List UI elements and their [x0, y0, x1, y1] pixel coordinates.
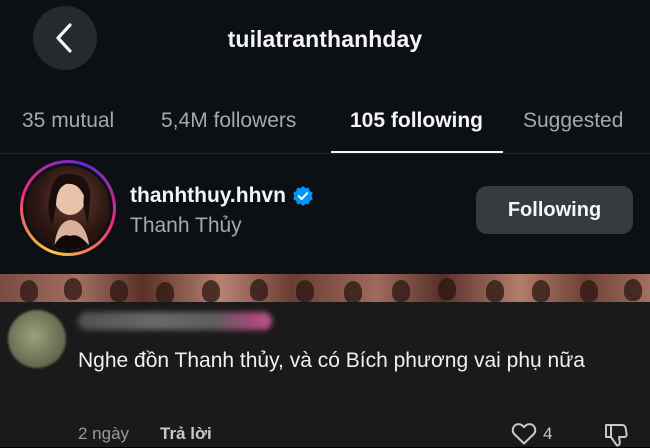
tab-bar: 35 mutual 5,4M followers 105 following S…: [0, 96, 650, 154]
avatar-image: [48, 173, 92, 250]
following-button[interactable]: Following: [476, 186, 633, 234]
comment-text: Nghe đồn Thanh thủy, và có Bích phương v…: [78, 349, 585, 372]
commenter-name-redacted: [78, 312, 272, 330]
full-name: Thanh Thủy: [130, 214, 242, 237]
tab-followers[interactable]: 5,4M followers: [161, 109, 296, 133]
following-panel: tuilatranthanhday 35 mutual 5,4M followe…: [0, 0, 650, 274]
avatar[interactable]: [26, 166, 110, 250]
verified-badge-icon: [293, 186, 313, 206]
reply-button[interactable]: Trả lời: [160, 424, 212, 444]
tab-following[interactable]: 105 following: [350, 109, 483, 133]
heart-icon[interactable]: [511, 422, 537, 446]
story-ring: [20, 160, 116, 256]
comment-item: Nghe đồn Thanh thủy, và có Bích phương v…: [0, 302, 650, 447]
background-photo-strip: [0, 274, 650, 302]
tab-mutual[interactable]: 35 mutual: [22, 109, 114, 133]
commenter-avatar[interactable]: [8, 310, 66, 368]
tab-suggested[interactable]: Suggested: [523, 109, 623, 133]
comment-timestamp: 2 ngày: [78, 424, 130, 443]
username-line: thanhthuy.hhvn: [130, 184, 314, 208]
page-title: tuilatranthanhday: [227, 26, 423, 52]
like-count: 4: [543, 424, 553, 443]
user-list-item[interactable]: thanhthuy.hhvn Thanh Thủy Following: [0, 154, 650, 274]
username[interactable]: thanhthuy.hhvn: [130, 184, 286, 208]
thumbs-down-icon[interactable]: [603, 422, 629, 448]
